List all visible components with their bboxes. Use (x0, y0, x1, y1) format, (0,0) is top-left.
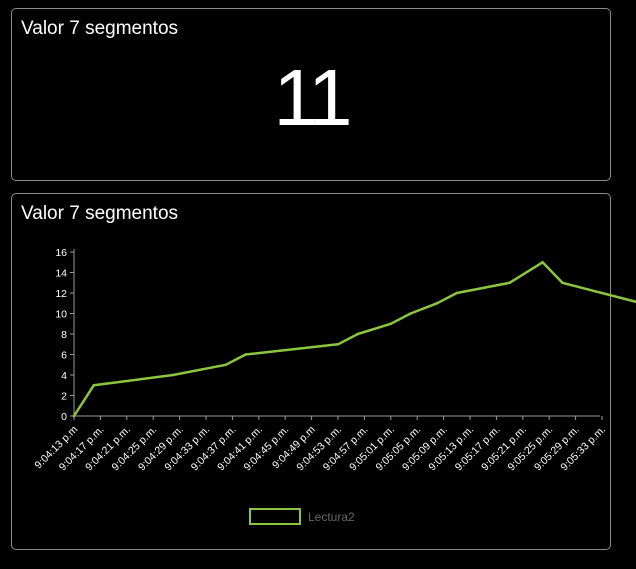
data-point (336, 342, 340, 346)
data-point (561, 281, 564, 285)
data-point (224, 363, 228, 367)
line-chart: 02468101214169:04:13 p.m9:04:17 p.m.9:04… (32, 247, 636, 525)
y-tick-label: 2 (61, 391, 67, 403)
legend-label: Lectura2 (308, 510, 355, 524)
y-tick-label: 0 (61, 411, 67, 423)
data-point (455, 291, 459, 295)
series-line-lectura2 (72, 261, 636, 417)
y-tick-label: 12 (55, 288, 67, 300)
data-point (409, 312, 412, 315)
data-point (356, 332, 360, 336)
data-point (508, 281, 511, 285)
data-point (541, 260, 544, 264)
y-tick-label: 10 (55, 309, 67, 321)
data-point (171, 373, 175, 377)
data-point (244, 353, 247, 356)
y-tick-label: 16 (55, 247, 67, 259)
data-point (389, 322, 393, 326)
y-tick-label: 14 (55, 268, 67, 280)
y-tick-label: 6 (61, 350, 67, 362)
data-point (92, 383, 96, 387)
data-point (72, 414, 76, 418)
data-point (435, 301, 439, 305)
y-tick-label: 4 (61, 370, 67, 382)
legend-swatch (249, 508, 301, 525)
y-tick-label: 8 (61, 329, 67, 341)
